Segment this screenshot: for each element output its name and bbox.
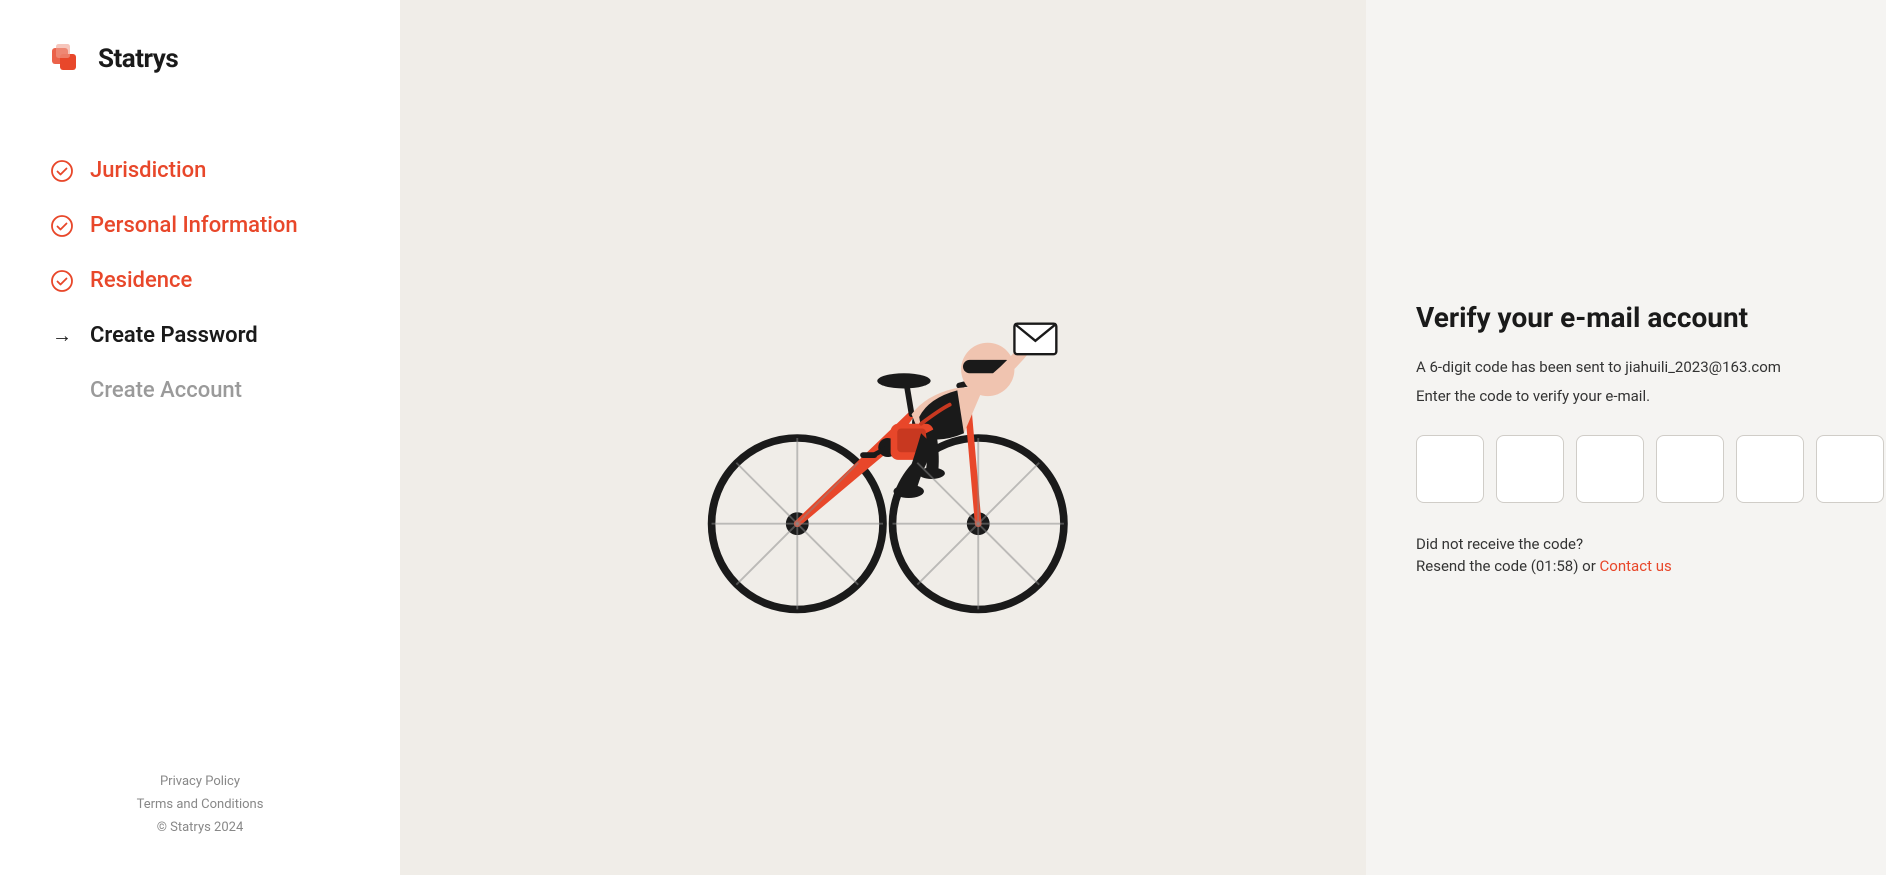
sidebar-item-create-password[interactable]: → Create Password: [50, 323, 350, 348]
sidebar-item-jurisdiction[interactable]: Jurisdiction: [50, 158, 350, 183]
residence-label: Residence: [90, 268, 192, 293]
code-input-5[interactable]: [1736, 435, 1804, 503]
terms-conditions-link[interactable]: Terms and Conditions: [137, 797, 264, 812]
resend-text: Resend the code (01:58) or Contact us: [1416, 557, 1836, 575]
code-input-2[interactable]: [1496, 435, 1564, 503]
code-input-4[interactable]: [1656, 435, 1724, 503]
jurisdiction-check-icon: [50, 159, 74, 183]
sidebar-item-personal-information[interactable]: Personal Information: [50, 213, 350, 238]
personal-information-check-icon: [50, 214, 74, 238]
statrys-logo-icon: [50, 40, 88, 78]
create-password-label: Create Password: [90, 323, 258, 348]
sidebar-item-residence[interactable]: Residence: [50, 268, 350, 293]
code-input-3[interactable]: [1576, 435, 1644, 503]
resend-timer-text: Resend the code (01:58) or: [1416, 557, 1596, 575]
code-input-6[interactable]: [1816, 435, 1884, 503]
nav-steps: Jurisdiction Personal Information Reside…: [50, 158, 350, 774]
illustration-area: [400, 0, 1366, 875]
main-content: Verify your e-mail account A 6-digit cod…: [400, 0, 1886, 875]
logo-area: Statrys: [50, 40, 350, 78]
residence-check-icon: [50, 269, 74, 293]
jurisdiction-label: Jurisdiction: [90, 158, 206, 183]
sidebar: Statrys Jurisdiction Personal Informatio…: [0, 0, 400, 875]
create-password-arrow-icon: →: [50, 324, 74, 348]
resend-label: Did not receive the code?: [1416, 535, 1836, 553]
contact-us-link[interactable]: Contact us: [1600, 557, 1672, 575]
resend-area: Did not receive the code? Resend the cod…: [1416, 535, 1836, 575]
create-account-label: Create Account: [90, 378, 242, 403]
verify-subtitle: A 6-digit code has been sent to jiahuili…: [1416, 356, 1836, 379]
copyright-text: © Statrys 2024: [157, 820, 244, 835]
verify-panel: Verify your e-mail account A 6-digit cod…: [1366, 0, 1886, 875]
privacy-policy-link[interactable]: Privacy Policy: [160, 774, 240, 789]
verify-instruction: Enter the code to verify your e-mail.: [1416, 387, 1836, 405]
sidebar-item-create-account[interactable]: Create Account: [50, 378, 350, 403]
bicycle-illustration: [683, 238, 1083, 638]
verify-title: Verify your e-mail account: [1416, 300, 1836, 336]
code-input-1[interactable]: [1416, 435, 1484, 503]
code-inputs-container: [1416, 435, 1836, 503]
logo-text: Statrys: [98, 44, 178, 74]
personal-information-label: Personal Information: [90, 213, 298, 238]
sidebar-footer: Privacy Policy Terms and Conditions © St…: [50, 774, 350, 835]
create-account-placeholder-icon: [50, 379, 74, 403]
